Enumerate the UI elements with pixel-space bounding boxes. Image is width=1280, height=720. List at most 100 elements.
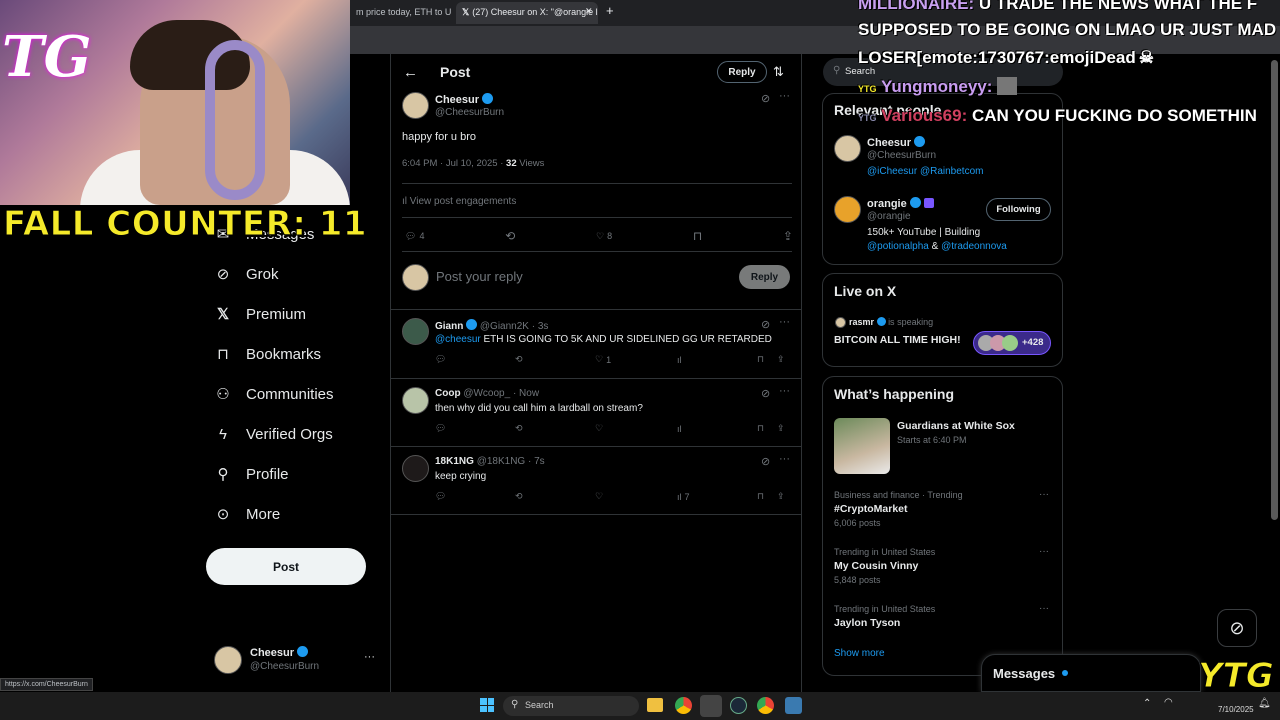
post-button[interactable]: Post xyxy=(206,548,366,585)
obs-icon[interactable] xyxy=(700,695,722,717)
bookmark-icon[interactable]: ⊓ xyxy=(757,423,777,434)
more-options-icon[interactable]: ··· xyxy=(779,385,790,397)
person-bio-links[interactable]: @potionalpha & @tradeonnova xyxy=(867,241,1007,252)
reply-icon[interactable]: 💬︎ xyxy=(435,354,515,365)
person-handle: @orangie xyxy=(867,211,911,222)
event-title[interactable]: Guardians at White Sox xyxy=(897,420,1015,432)
trend-item[interactable]: Trending in United States Jaylon Tyson ·… xyxy=(823,601,1062,637)
wifi-icon[interactable]: ◠ xyxy=(1164,697,1173,708)
share-icon[interactable]: ⇪ xyxy=(783,229,793,243)
nav-item-bookmarks[interactable]: ⊓ Bookmarks xyxy=(214,338,321,370)
verified-badge-icon xyxy=(482,93,494,104)
grok-icon[interactable]: ⊘ xyxy=(761,387,770,400)
share-icon[interactable]: ⇪ xyxy=(777,491,785,502)
nav-item-more[interactable]: ⊙ More xyxy=(214,498,280,530)
nav-item-grok[interactable]: ⊘ Grok xyxy=(214,258,279,290)
share-icon[interactable]: ⇪ xyxy=(777,423,785,434)
repost-icon[interactable]: ⟲ xyxy=(515,423,595,434)
more-options-icon[interactable]: ··· xyxy=(779,453,790,465)
emote-icon: ☠ xyxy=(1138,48,1155,67)
verified-badge-icon xyxy=(297,646,309,657)
chrome-icon[interactable] xyxy=(675,697,692,714)
avatar[interactable] xyxy=(834,135,861,162)
nav-item-profile[interactable]: ⚲ Profile xyxy=(214,458,289,490)
event-image[interactable] xyxy=(834,418,890,474)
reply-icon[interactable]: 💬︎ xyxy=(435,491,515,502)
nav-item-communities[interactable]: ⚇ Communities xyxy=(214,378,333,410)
like-icon[interactable]: ♡ xyxy=(595,491,677,502)
listeners-pill[interactable]: +428 xyxy=(973,331,1051,355)
like-icon[interactable]: ♡ xyxy=(595,423,677,434)
steam-icon[interactable] xyxy=(730,697,747,714)
repost-icon[interactable]: ⟲ xyxy=(515,491,595,502)
grok-icon[interactable]: ⊘ xyxy=(761,92,770,105)
avatar[interactable] xyxy=(402,318,429,345)
avatar[interactable] xyxy=(402,455,429,482)
reply-icon[interactable]: 💬︎ 4 xyxy=(405,229,424,243)
close-tab-icon[interactable]: ✕ xyxy=(585,6,593,17)
browser-tab-active[interactable]: 𝕏 (27) Cheesur on X: "@orangie l xyxy=(456,2,598,24)
reply-text: @cheesur ETH IS GOING TO 5K AND UR SIDEL… xyxy=(435,334,772,345)
avatar[interactable] xyxy=(402,387,429,414)
more-options-icon[interactable]: ··· xyxy=(779,90,790,102)
messages-drawer[interactable]: Messages xyxy=(981,654,1201,692)
browser-tab[interactable]: m price today, ETH to U ✕ xyxy=(350,2,454,24)
grok-icon[interactable]: ⊘ xyxy=(1217,609,1257,647)
avatar xyxy=(1002,335,1018,351)
avatar[interactable] xyxy=(402,92,429,119)
post-handle[interactable]: @CheesurBurn xyxy=(435,107,504,118)
more-options-icon[interactable]: ··· xyxy=(1039,489,1049,500)
person-bio-links[interactable]: @iCheesur @Rainbetcom xyxy=(867,166,983,177)
like-icon[interactable]: ♡ 1 xyxy=(595,354,677,365)
post-timestamp: 6:04 PM · Jul 10, 2025 · 32 Views xyxy=(402,158,545,169)
view-engagements-link[interactable]: ıl View post engagements xyxy=(402,196,516,207)
taskbar-search[interactable]: ⚲ Search xyxy=(503,696,639,716)
trend-item[interactable]: Trending in United States My Cousin Vinn… xyxy=(823,544,1062,596)
tray-chevron-icon[interactable]: ⌃ xyxy=(1143,698,1151,709)
reply-item[interactable]: 18K1NG @18K1NG · 7s ⊘ ··· keep crying 💬︎… xyxy=(391,447,801,514)
live-on-x-card[interactable]: Live on X rasmr is speaking BITCOIN ALL … xyxy=(822,273,1063,367)
person-name[interactable]: Cheesur xyxy=(867,136,926,149)
back-arrow-icon[interactable]: ← xyxy=(403,64,418,81)
repost-icon[interactable]: ⟲ xyxy=(515,354,595,365)
grok-icon[interactable]: ⊘ xyxy=(761,318,770,331)
trend-item[interactable]: Business and finance · Trending #CryptoM… xyxy=(823,487,1062,539)
new-tab-icon[interactable]: + xyxy=(606,3,614,18)
nav-item-premium[interactable]: 𝕏 Premium xyxy=(214,298,306,330)
more-options-icon[interactable]: ··· xyxy=(779,316,790,328)
more-options-icon[interactable]: ··· xyxy=(1039,546,1049,557)
person-name[interactable]: orangie xyxy=(867,197,934,210)
nav-label: Premium xyxy=(246,305,307,323)
repost-icon[interactable]: ⟲ xyxy=(505,229,515,243)
bookmark-icon[interactable]: ⊓ xyxy=(757,491,777,502)
bookmark-icon[interactable]: ⊓ xyxy=(757,354,777,365)
following-button[interactable]: Following xyxy=(986,198,1051,221)
reply-submit-button[interactable]: Reply xyxy=(739,265,790,289)
avatar[interactable] xyxy=(834,196,861,223)
settings-sliders-icon[interactable]: ⇅ xyxy=(773,64,784,80)
like-icon[interactable]: ♡ 8 xyxy=(596,229,612,243)
reply-icon[interactable]: 💬︎ xyxy=(435,423,515,434)
views-icon[interactable]: ıl 7 xyxy=(677,491,757,502)
more-options-icon[interactable]: ··· xyxy=(1039,603,1049,614)
nav-item-verified-orgs[interactable]: ϟ Verified Orgs xyxy=(214,418,333,450)
app-icon[interactable] xyxy=(785,697,802,714)
bookmark-icon[interactable]: ⊓ xyxy=(693,229,702,243)
post-author[interactable]: Cheesur xyxy=(435,93,494,106)
show-more-link[interactable]: Show more xyxy=(834,648,885,659)
notification-icon[interactable]: 🔔︎ xyxy=(1258,698,1271,709)
share-icon[interactable]: ⇪ xyxy=(777,354,785,365)
account-switcher[interactable]: Cheesur @CheesurBurn ··· xyxy=(214,645,384,679)
reply-header-button[interactable]: Reply xyxy=(717,61,767,83)
reply-item[interactable]: Giann @Giann2K · 3s ⊘ ··· @cheesur ETH I… xyxy=(391,310,801,378)
windows-start-icon[interactable] xyxy=(480,698,494,712)
file-explorer-icon[interactable] xyxy=(647,698,663,712)
scrollbar[interactable] xyxy=(1271,60,1278,520)
grok-icon[interactable]: ⊘ xyxy=(761,455,770,468)
views-icon[interactable]: ıl xyxy=(677,354,757,365)
taskbar-date[interactable]: 7/10/2025 xyxy=(1218,705,1254,714)
reply-item[interactable]: Coop @Wcoop_ · Now ⊘ ··· then why did yo… xyxy=(391,379,801,446)
views-icon[interactable]: ıl xyxy=(677,423,757,434)
reply-input[interactable]: Post your reply xyxy=(436,269,523,284)
chrome-icon[interactable] xyxy=(757,697,774,714)
